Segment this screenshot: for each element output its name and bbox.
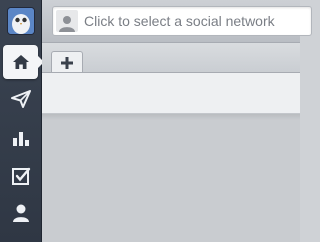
social-network-selector[interactable]: Click to select a social network [52, 6, 312, 36]
person-icon [13, 204, 29, 222]
tab-strip [42, 43, 300, 74]
analytics-icon [13, 132, 29, 146]
stream-area [42, 114, 300, 242]
nav-contacts[interactable] [0, 196, 42, 230]
stream-header [42, 73, 300, 114]
nav-home[interactable] [3, 45, 44, 79]
profile-placeholder [56, 10, 78, 32]
owl-avatar-icon [8, 8, 34, 34]
avatar[interactable] [8, 8, 34, 34]
nav-analytics[interactable] [0, 121, 42, 155]
sidebar [0, 0, 44, 242]
checkbox-icon [12, 167, 31, 185]
nav-publisher[interactable] [0, 82, 42, 116]
add-tab-button[interactable] [51, 51, 83, 74]
person-placeholder-icon [59, 16, 75, 32]
nav-assignments[interactable] [0, 159, 42, 193]
network-selector-text: Click to select a social network [84, 13, 275, 29]
plus-icon [61, 57, 73, 69]
top-bar: Click to select a social network [42, 0, 312, 43]
home-icon [12, 55, 29, 69]
send-icon [11, 90, 31, 108]
